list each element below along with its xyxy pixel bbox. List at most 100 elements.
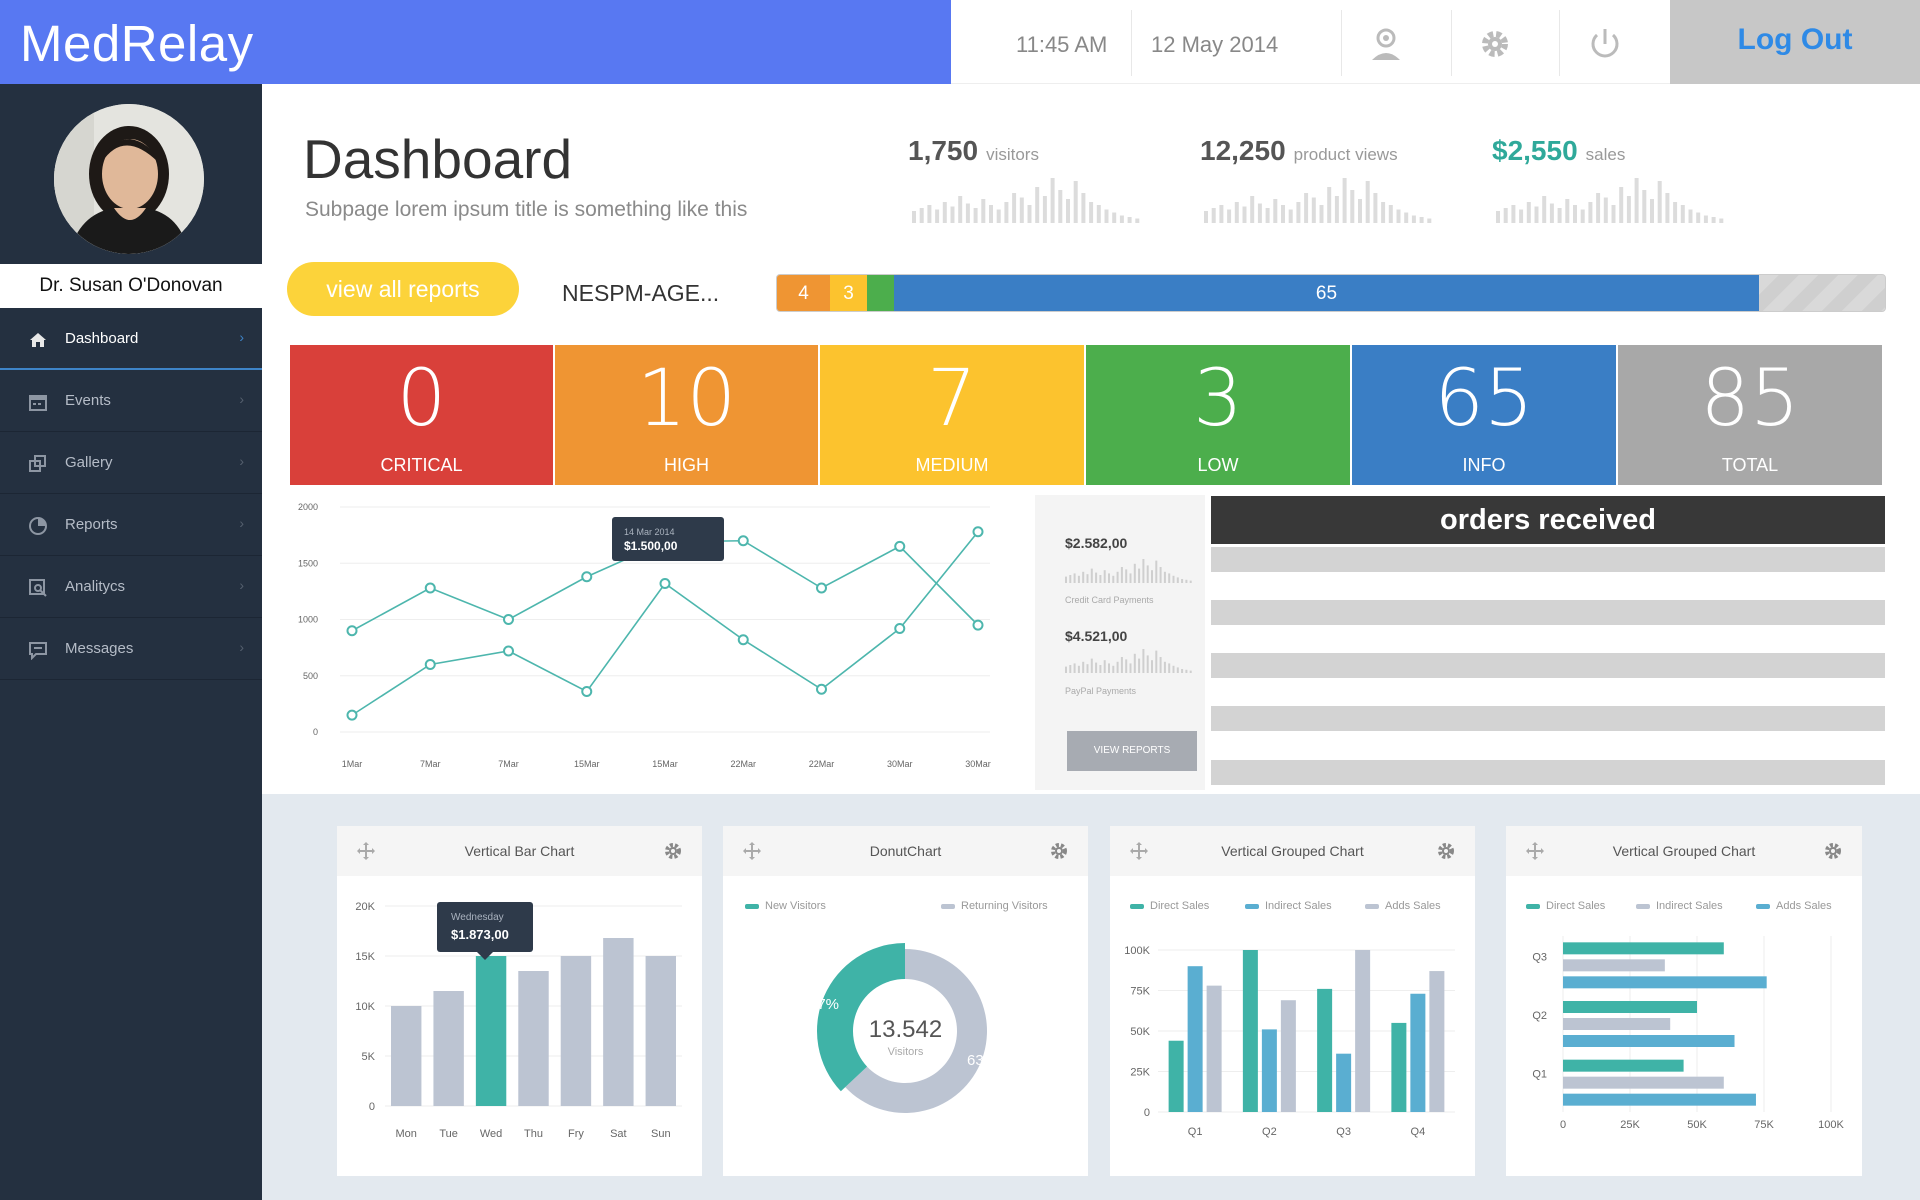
sparkline-bar bbox=[1234, 202, 1239, 223]
data-point bbox=[894, 540, 906, 552]
sparkline-bar bbox=[1176, 577, 1179, 583]
sparkline-bar bbox=[1159, 567, 1162, 583]
sparkline-bar bbox=[1138, 658, 1141, 673]
credit-sparkline bbox=[1065, 559, 1192, 583]
severity-tile-critical[interactable]: 0 CRITICAL bbox=[290, 345, 553, 485]
bar bbox=[1563, 959, 1665, 972]
order-row[interactable] bbox=[1211, 760, 1885, 785]
sparkline-bar bbox=[1099, 575, 1102, 583]
sparkline-bar bbox=[1227, 209, 1232, 223]
data-point bbox=[503, 645, 514, 657]
gear-icon[interactable] bbox=[1475, 24, 1515, 64]
severity-tile-total[interactable]: 85 TOTAL bbox=[1618, 345, 1882, 485]
sparkline-bar bbox=[1181, 669, 1184, 673]
sidebar-item-gallery[interactable]: Gallery › bbox=[0, 432, 262, 494]
sparkline-bar bbox=[1319, 205, 1324, 223]
data-point bbox=[972, 526, 984, 538]
sparkline-bar bbox=[1373, 193, 1378, 223]
order-row[interactable] bbox=[1211, 600, 1885, 625]
sparkline-bar bbox=[1125, 659, 1128, 673]
severity-tile-low[interactable]: 3 LOW bbox=[1086, 345, 1350, 485]
sparkline-bar bbox=[1580, 209, 1585, 223]
power-icon[interactable] bbox=[1585, 24, 1625, 64]
sparkline-bar bbox=[1365, 181, 1370, 223]
sparkline-bar bbox=[1673, 202, 1678, 223]
data-point bbox=[424, 659, 436, 670]
sparkline-bar bbox=[1159, 657, 1162, 673]
sidebar-item-dashboard[interactable]: Dashboard › bbox=[0, 308, 262, 370]
sparkline-bar bbox=[1588, 202, 1593, 223]
gear-icon[interactable] bbox=[1824, 842, 1842, 860]
card-vertical-bar-chart: Vertical Bar Chart 0 5K 10K 15K 20K Mon Tue Wed… bbox=[337, 826, 702, 1176]
donut-pct-returning: 63% bbox=[967, 1052, 998, 1069]
order-row[interactable] bbox=[1211, 653, 1885, 678]
sidebar-item-analytics[interactable]: Analitycs › bbox=[0, 556, 262, 618]
avatar[interactable] bbox=[54, 104, 204, 254]
gear-icon[interactable] bbox=[664, 842, 682, 860]
sparkline-bar bbox=[1665, 193, 1670, 223]
x-tick-label: Tue bbox=[439, 1128, 458, 1140]
x-tick-label: Sat bbox=[610, 1128, 627, 1140]
tile-label: TOTAL bbox=[1721, 455, 1779, 475]
data-point bbox=[972, 619, 984, 631]
card-header: Vertical Grouped Chart bbox=[1110, 826, 1475, 876]
bar bbox=[560, 956, 592, 1106]
bar bbox=[1206, 985, 1222, 1112]
sparkline-bar bbox=[1334, 196, 1339, 223]
profile-panel bbox=[0, 84, 262, 264]
view-reports-button[interactable]: VIEW REPORTS bbox=[1067, 731, 1197, 771]
bar bbox=[518, 971, 549, 1106]
severity-tile-medium[interactable]: 7 MEDIUM bbox=[820, 345, 1084, 485]
sidebar-item-reports[interactable]: Reports › bbox=[0, 494, 262, 556]
sparkline-bar bbox=[1703, 215, 1708, 223]
severity-tile-high[interactable]: 10 HIGH bbox=[555, 345, 818, 485]
view-all-reports-button[interactable]: view all reports bbox=[287, 262, 519, 316]
sidebar-item-events[interactable]: Events › bbox=[0, 370, 262, 432]
sparkline-bar bbox=[989, 205, 993, 223]
data-point bbox=[894, 623, 906, 634]
user-name[interactable]: Dr. Susan O'Donovan bbox=[0, 264, 262, 308]
sparkline-bar bbox=[1519, 209, 1524, 223]
page-subtitle: Subpage lorem ipsum title is something l… bbox=[305, 198, 748, 221]
sidebar-item-messages[interactable]: Messages › bbox=[0, 618, 262, 680]
card-donut-chart: DonutChart New Visitors Returning Visito… bbox=[723, 826, 1088, 1176]
order-row[interactable] bbox=[1211, 706, 1885, 731]
data-point bbox=[737, 634, 749, 646]
sparkline-bar bbox=[1242, 206, 1247, 223]
y-tick-label: 75K bbox=[1130, 986, 1150, 998]
divider bbox=[1451, 10, 1452, 76]
sparkline-bar bbox=[1112, 665, 1115, 673]
sparkline-bar bbox=[1711, 217, 1716, 223]
user-icon[interactable] bbox=[1366, 24, 1406, 64]
order-row[interactable] bbox=[1211, 547, 1885, 572]
tile-value: 7 bbox=[927, 354, 977, 444]
sparkline-bar bbox=[1163, 661, 1166, 673]
stat-product-views: 12,250 product views bbox=[1200, 135, 1398, 167]
card-grouped-horizontal-chart: Vertical Grouped Chart Direct Sales Indi… bbox=[1506, 826, 1862, 1176]
bar bbox=[1336, 1053, 1352, 1112]
y-tick-label: 0 bbox=[369, 1101, 375, 1113]
bar bbox=[433, 991, 464, 1106]
divider bbox=[1131, 10, 1132, 76]
sparkline-bar bbox=[1012, 193, 1017, 223]
x-tick-label: Thu bbox=[524, 1128, 543, 1140]
card-grouped-vertical-chart: Vertical Grouped Chart Direct Sales Indi… bbox=[1110, 826, 1475, 1176]
gear-icon[interactable] bbox=[1050, 842, 1068, 860]
y-tick-label: 5K bbox=[362, 1051, 376, 1063]
agent-label[interactable]: NESPM-AGE... bbox=[562, 280, 719, 307]
logout-button[interactable]: Log Out bbox=[1670, 0, 1920, 84]
sparkline-bar bbox=[1311, 197, 1316, 223]
sparkline-bar bbox=[1542, 196, 1547, 223]
severity-tile-info[interactable]: 65 INFO bbox=[1352, 345, 1616, 485]
sparkline-bar bbox=[1611, 205, 1616, 223]
gear-icon[interactable] bbox=[1437, 842, 1455, 860]
app: MedRelay 11:45 AM 12 May 2014 Log Out Dr… bbox=[0, 0, 1920, 1200]
bar bbox=[1168, 1040, 1184, 1112]
bar bbox=[1563, 1018, 1671, 1030]
bar bbox=[1563, 1035, 1735, 1047]
sparkline-bar bbox=[1172, 575, 1175, 583]
bar bbox=[1280, 1000, 1296, 1112]
sparkline-bar bbox=[1657, 181, 1662, 223]
sparkline-bar bbox=[973, 208, 978, 223]
sparkline-bar bbox=[1250, 196, 1255, 223]
